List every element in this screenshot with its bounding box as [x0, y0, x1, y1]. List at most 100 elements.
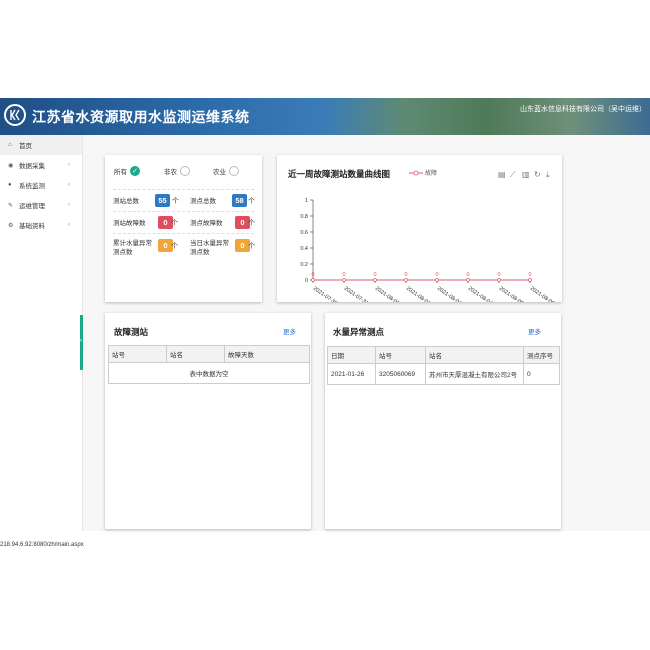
filter-non-agri-label: 非农 — [164, 169, 177, 176]
sidebar-item-data-collection[interactable]: ◉ 数据采集 ‹ — [0, 155, 82, 175]
point-total-label: 测点总数 — [190, 198, 216, 205]
rss-icon: ◉ — [8, 162, 14, 169]
line-chart: 00.20.40.60.812021-07-30 2021-07-31 2021-0… — [300, 198, 555, 302]
sidebar-item-label: 运维管理 — [19, 203, 45, 210]
data-point — [404, 278, 408, 282]
table-row[interactable]: 2021-01-26 3205060069 苏州市天厚混凝土有限公司2号 0 — [327, 363, 560, 385]
sidebar-item-label: 系统监测 — [19, 183, 45, 190]
data-label: 0 — [404, 272, 407, 278]
chart-card: 近一周故障测站数量曲线图 故障 ▤ ⟋ ▥ ↻ ⤓ 0 0.2 0.4 0.6 0.8 1… — [277, 155, 562, 302]
divider — [113, 189, 254, 190]
point-fault-label: 测点故障数 — [190, 220, 223, 227]
column-header[interactable]: 站名 — [425, 346, 524, 364]
x-tick-label: 2021-08-04 — [467, 286, 493, 302]
data-label: 0 — [528, 272, 531, 278]
cell-date: 2021-01-26 — [327, 363, 376, 385]
x-tick-label: 2021-08-06 — [529, 286, 555, 302]
x-tick-label: 2021-08-02 — [405, 286, 431, 302]
data-label: 0 — [497, 272, 500, 278]
filter-agri-label: 农业 — [213, 169, 226, 176]
home-icon: ⌂ — [8, 142, 12, 148]
filter-all[interactable]: 所有 ✓ — [114, 166, 140, 176]
radio-icon — [229, 166, 239, 176]
data-point — [497, 278, 501, 282]
abnormal-water-card: 水量异常测点 更多 日期 站号 站名 测点序号 2021-01-26 32050… — [325, 313, 561, 529]
y-tick-label: 0.2 — [300, 262, 308, 268]
chevron-left-icon: ‹ — [68, 162, 70, 168]
gear-icon: ⚙ — [8, 222, 14, 229]
wrench-icon: ✎ — [8, 202, 14, 209]
y-tick-label: 0.6 — [300, 230, 308, 236]
point-total-badge: 58 — [232, 194, 247, 207]
radio-icon — [180, 166, 190, 176]
table-header: 站号 站名 故障天数 — [108, 345, 310, 363]
abnormal-more-link[interactable]: 更多 — [528, 326, 541, 336]
column-header[interactable]: 日期 — [327, 346, 376, 364]
filter-agri[interactable]: 农业 — [213, 166, 239, 176]
x-tick-label: 2021-08-03 — [436, 286, 462, 302]
empty-message: 表中数据为空 — [108, 362, 310, 384]
y-tick-label: 0 — [305, 278, 308, 284]
data-point — [311, 278, 315, 282]
column-header[interactable]: 测点序号 — [523, 346, 560, 364]
filter-all-label: 所有 — [114, 169, 127, 176]
unit-label: 个 — [172, 198, 179, 205]
unit-label: 个 — [248, 243, 255, 250]
station-fault-label: 测站故障数 — [113, 220, 146, 227]
x-tick-label: 2021-08-05 — [498, 286, 524, 302]
station-total-badge: 55 — [155, 194, 170, 207]
column-header[interactable]: 站名 — [166, 345, 225, 363]
sidebar-item-home[interactable]: ⌂ 首页 — [0, 135, 82, 155]
data-point — [342, 278, 346, 282]
y-tick-label: 0.4 — [300, 246, 308, 252]
data-label: 0 — [435, 272, 438, 278]
data-point — [528, 278, 532, 282]
sidebar-item-base-data[interactable]: ⚙ 基础资料 ‹ — [0, 215, 82, 235]
logo-icon — [4, 104, 26, 126]
sidebar-item-label: 数据采集 — [19, 163, 45, 170]
x-tick-label: 2021-07-30 — [312, 286, 338, 302]
fault-card-title: 故障测站 — [114, 327, 149, 337]
sidebar: ⌂ 首页 ◉ 数据采集 ‹ ● 系统监测 ‹ ✎ 运维管理 ‹ ⚙ 基础资料 ‹ — [0, 135, 83, 531]
y-tick-label: 1 — [305, 198, 308, 204]
data-label: 0 — [466, 272, 469, 278]
chevron-left-icon: ‹ — [80, 338, 82, 344]
chevron-left-icon: ‹ — [68, 182, 70, 188]
sidebar-item-label: 基础资料 — [19, 223, 45, 230]
user-icon: ● — [8, 182, 12, 188]
table-row: 表中数据为空 — [108, 362, 310, 384]
y-tick-label: 0.8 — [300, 214, 308, 220]
cell-station-name: 苏州市天厚混凝土有限公司2号 — [425, 363, 524, 385]
status-bar-url: 218.94.6.92:8080/zh/main.aspx — [0, 542, 84, 548]
chevron-left-icon: ‹ — [68, 222, 70, 228]
abnormal-card-title: 水量异常测点 — [333, 327, 385, 337]
divider — [113, 233, 254, 234]
fault-station-card: 故障测站 更多 站号 站名 故障天数 表中数据为空 — [105, 313, 311, 529]
unit-label: 个 — [171, 220, 178, 227]
check-icon: ✓ — [130, 166, 140, 176]
app-title: 江苏省水资源取用水监测运维系统 — [32, 109, 250, 125]
unit-label: 个 — [248, 198, 255, 205]
data-point — [435, 278, 439, 282]
cum-abnormal-label: 累计水量异常测点数 — [113, 240, 152, 256]
sidebar-item-label: 首页 — [19, 143, 32, 150]
sidebar-item-system-monitor[interactable]: ● 系统监测 ‹ — [0, 175, 82, 195]
data-label: 0 — [311, 272, 314, 278]
sidebar-item-ops[interactable]: ✎ 运维管理 ‹ — [0, 195, 82, 215]
table-header: 日期 站号 站名 测点序号 — [327, 346, 560, 364]
company-name: 山东蓝水信息科技有限公司（吴中运维） — [520, 106, 646, 113]
stats-card: 所有 ✓ 非农 农业 测站总数 55 个 测点总数 58 个 测站故障数 0 个… — [105, 155, 262, 302]
unit-label: 个 — [171, 243, 178, 250]
filter-non-agri[interactable]: 非农 — [164, 166, 190, 176]
today-abnormal-label: 当日水量异常测点数 — [190, 240, 229, 256]
x-tick-label: 2021-08-01 — [374, 286, 400, 302]
divider — [113, 211, 254, 212]
x-tick-label: 2021-07-31 — [343, 286, 369, 302]
column-header[interactable]: 站号 — [375, 346, 426, 364]
data-point — [466, 278, 470, 282]
column-header[interactable]: 故障天数 — [224, 345, 310, 363]
column-header[interactable]: 站号 — [108, 345, 167, 363]
cell-station-id: 3205060069 — [375, 363, 426, 385]
fault-more-link[interactable]: 更多 — [283, 326, 296, 336]
abnormal-table: 日期 站号 站名 测点序号 2021-01-26 3205060069 苏州市天… — [327, 346, 560, 385]
